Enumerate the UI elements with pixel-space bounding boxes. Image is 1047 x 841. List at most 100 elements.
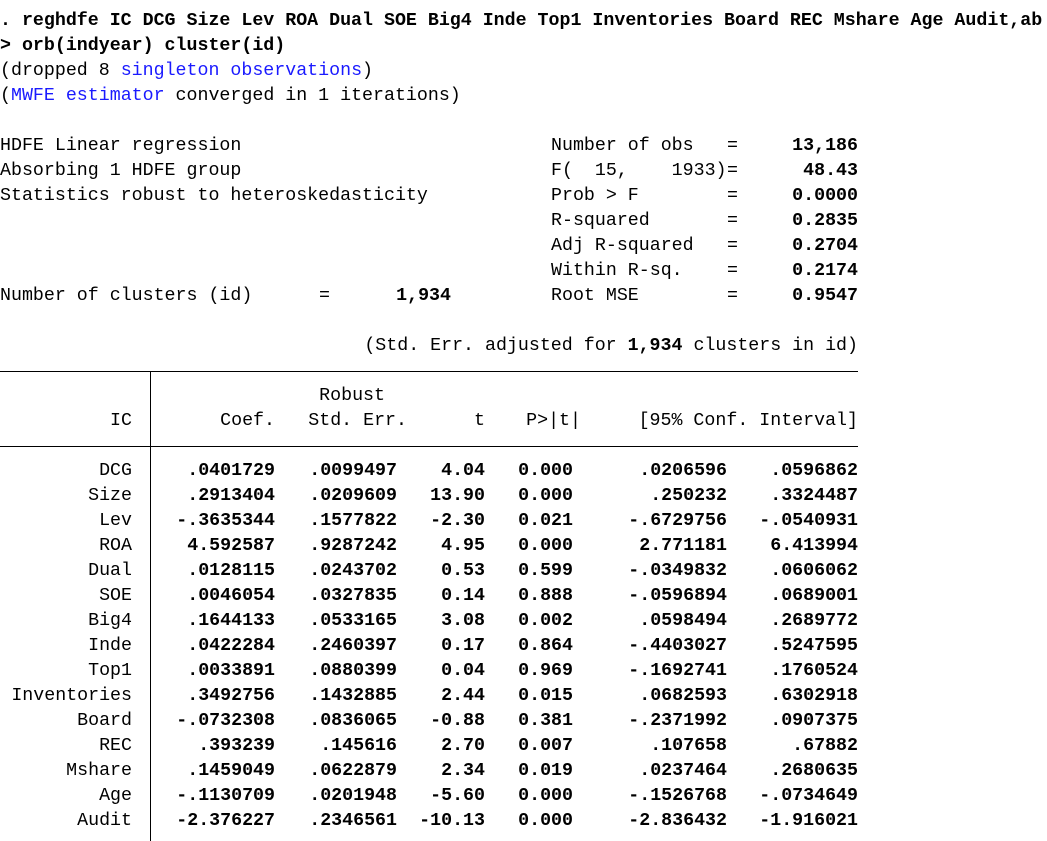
row-value: .0596862 (770, 461, 858, 481)
row-value: .0682593 (639, 686, 727, 706)
row-value: -0.88 (430, 711, 485, 731)
table-column-separator (150, 371, 151, 841)
clusters-eq: = (319, 286, 330, 306)
row-value: .145616 (320, 736, 397, 756)
note-text: converged in 1 iterations) (164, 86, 461, 106)
row-value: 0.969 (518, 661, 573, 681)
clusters-value: 1,934 (396, 286, 451, 306)
row-value: .1577822 (309, 511, 397, 531)
stat-label: Within R-sq. (551, 261, 683, 281)
stat-value: 0.2704 (792, 236, 858, 256)
row-value: 4.04 (441, 461, 485, 481)
row-value: .67882 (792, 736, 858, 756)
row-value: 0.002 (518, 611, 573, 631)
row-value: .0622879 (309, 761, 397, 781)
singleton-link[interactable]: singleton observations (121, 61, 362, 81)
row-value: 0.015 (518, 686, 573, 706)
row-value: .2689772 (770, 611, 858, 631)
stat-label: Adj R-squared (551, 236, 694, 256)
stat-value: 0.2174 (792, 261, 858, 281)
column-header: t (474, 411, 485, 431)
row-value: -1.916021 (759, 811, 858, 831)
row-value: -.3635344 (176, 511, 275, 531)
row-value: .0201948 (309, 786, 397, 806)
row-value: 0.14 (441, 586, 485, 606)
stat-eq: = (727, 136, 738, 156)
row-value: -.0349832 (628, 561, 727, 581)
cluster-count: 1,934 (627, 336, 683, 356)
row-value: .3492756 (187, 686, 275, 706)
row-value: .0836065 (309, 711, 397, 731)
row-value: -.0540931 (759, 511, 858, 531)
row-value: .0598494 (639, 611, 727, 631)
column-header: Std. Err. (308, 411, 407, 431)
command-continuation: > orb(indyear) cluster(id) (0, 36, 286, 56)
row-value: 0.53 (441, 561, 485, 581)
row-variable: Size (88, 486, 132, 506)
stat-value: 48.43 (803, 161, 858, 181)
row-variable: Inde (88, 636, 132, 656)
row-value: .1760524 (770, 661, 858, 681)
header-info: HDFE Linear regression (0, 136, 242, 156)
header-info: Absorbing 1 HDFE group (0, 161, 242, 181)
stat-eq: = (727, 261, 738, 281)
row-value: -5.60 (430, 786, 485, 806)
row-value: .0689001 (770, 586, 858, 606)
stat-label: R-squared (551, 211, 650, 231)
row-value: -2.30 (430, 511, 485, 531)
row-value: .2680635 (770, 761, 858, 781)
row-value: 0.000 (518, 486, 573, 506)
row-value: .0533165 (309, 611, 397, 631)
row-value: 0.019 (518, 761, 573, 781)
row-value: 2.771181 (639, 536, 727, 556)
robust-label: Robust (319, 386, 385, 406)
row-value: -.0732308 (176, 711, 275, 731)
row-value: .0206596 (639, 461, 727, 481)
row-value: -.1526768 (628, 786, 727, 806)
note-text: clusters in id) (682, 336, 858, 356)
row-value: .1644133 (187, 611, 275, 631)
stat-eq: = (727, 236, 738, 256)
table-header-rule (0, 446, 858, 447)
clusters-label: Number of clusters (id) (0, 286, 253, 306)
row-variable: Age (99, 786, 132, 806)
row-value: -.6729756 (628, 511, 727, 531)
row-variable: REC (99, 736, 132, 756)
row-value: -2.836432 (628, 811, 727, 831)
note-text: ( (0, 86, 11, 106)
row-variable: DCG (99, 461, 132, 481)
row-variable: Lev (99, 511, 132, 531)
row-value: .3324487 (770, 486, 858, 506)
column-header: IC (110, 411, 132, 431)
mwfe-link[interactable]: MWFE estimator (11, 86, 165, 106)
stat-eq: = (727, 211, 738, 231)
stat-value: 0.9547 (792, 286, 858, 306)
row-value: 0.000 (518, 786, 573, 806)
row-value: 4.592587 (187, 536, 275, 556)
row-value: -10.13 (419, 811, 485, 831)
row-value: .0237464 (639, 761, 727, 781)
row-value: -.0734649 (759, 786, 858, 806)
stat-eq: = (727, 286, 738, 306)
row-value: -.1130709 (176, 786, 275, 806)
row-value: .250232 (650, 486, 727, 506)
row-value: -.0596894 (628, 586, 727, 606)
stat-label: Number of obs (551, 136, 694, 156)
row-value: .2346561 (309, 811, 397, 831)
converged-note: (MWFE estimator converged in 1 iteration… (0, 84, 461, 109)
row-value: .1459049 (187, 761, 275, 781)
row-value: .0606062 (770, 561, 858, 581)
row-value: .0046054 (187, 586, 275, 606)
command-line: . reghdfe IC DCG Size Lev ROA Dual SOE B… (0, 11, 1043, 31)
row-value: 0.381 (518, 711, 573, 731)
row-value: 0.864 (518, 636, 573, 656)
row-variable: Mshare (66, 761, 132, 781)
column-header: [95% Conf. Interval] (638, 411, 858, 431)
row-value: 2.44 (441, 686, 485, 706)
row-value: .6302918 (770, 686, 858, 706)
row-value: .5247595 (770, 636, 858, 656)
row-value: 0.000 (518, 811, 573, 831)
row-value: .0422284 (187, 636, 275, 656)
note-text: ) (362, 61, 374, 81)
row-value: 0.599 (518, 561, 573, 581)
